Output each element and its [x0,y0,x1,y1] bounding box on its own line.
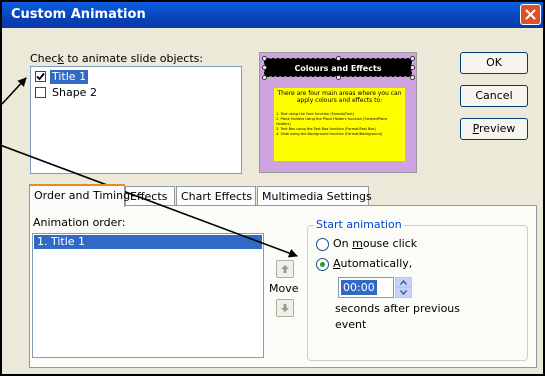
preview-bullet: 2. Place Holders using the Place Holders… [276,117,388,126]
arrow-up-icon [281,265,289,273]
tab-chart-effects[interactable]: Chart Effects [176,186,256,206]
move-label: Move [269,282,299,295]
chevron-down-icon [400,290,407,295]
preview-body-text: There are four main areas where you can … [274,88,405,161]
slide-preview: Colours and Effects There are four main … [259,52,417,173]
objects-checklist[interactable]: Title 1 Shape 2 [30,66,242,174]
resize-handle[interactable] [262,65,267,70]
object-item-shape-2[interactable]: Shape 2 [33,86,239,101]
cancel-button[interactable]: Cancel [460,85,528,107]
object-item-label: Shape 2 [52,86,97,99]
object-checkbox[interactable] [35,87,46,98]
close-x-icon [525,9,536,20]
spin-down-button[interactable] [395,287,412,298]
seconds-value: 00:00 [341,280,377,295]
object-item-label: Title 1 [50,70,89,84]
tab-effects[interactable]: Effects [125,186,175,206]
resize-handle[interactable] [336,75,341,80]
object-checkbox[interactable] [35,71,46,82]
animation-order-label: Animation order: [33,216,126,229]
radio-selected-dot [320,262,325,267]
automatically-label[interactable]: Automatically, [333,257,412,270]
resize-handle[interactable] [410,65,415,70]
seconds-spinner[interactable] [395,277,412,298]
preview-bullet: 4. Slide using the Background function (… [276,132,383,136]
resize-handle[interactable] [336,56,341,61]
preview-button[interactable]: Preview [460,118,528,140]
tab-order-and-timing[interactable]: Order and Timing [29,184,130,207]
dialog-title: Custom Animation [11,7,146,22]
seconds-input[interactable]: 00:00 [338,277,394,298]
spin-up-button[interactable] [395,277,412,287]
start-animation-legend: Start animation [314,218,404,231]
arrow-down-icon [281,304,289,312]
preview-intro-text: There are four main areas where you can … [277,90,402,104]
event-label: event [335,318,367,331]
automatically-radio[interactable] [316,258,329,271]
tab-multimedia-settings[interactable]: Multimedia Settings [257,186,372,206]
chevron-up-icon [400,279,407,285]
animation-order-item[interactable]: 1. Title 1 [34,235,262,249]
ok-button[interactable]: OK [460,52,528,74]
move-up-button[interactable] [276,260,294,278]
custom-animation-dialog: Custom Animation Check to animate slide … [0,0,545,376]
title-bar[interactable]: Custom Animation [2,2,543,28]
preview-bullet-list: 1. Text using the Font function (Format/… [276,112,403,137]
object-item-title-1[interactable]: Title 1 [33,70,239,85]
on-mouse-click-label[interactable]: On mouse click [333,237,417,250]
resize-handle[interactable] [262,75,267,80]
close-button[interactable] [520,4,541,25]
move-down-button[interactable] [276,299,294,317]
objects-label: Check to animate slide objects: [30,52,204,65]
resize-handle[interactable] [410,75,415,80]
resize-handle[interactable] [410,56,415,61]
on-mouse-click-radio[interactable] [316,238,329,251]
seconds-after-previous-label: seconds after previous [335,302,461,315]
checkmark-icon [36,72,45,81]
animation-order-list[interactable]: 1. Title 1 [32,233,264,358]
resize-handle[interactable] [262,56,267,61]
